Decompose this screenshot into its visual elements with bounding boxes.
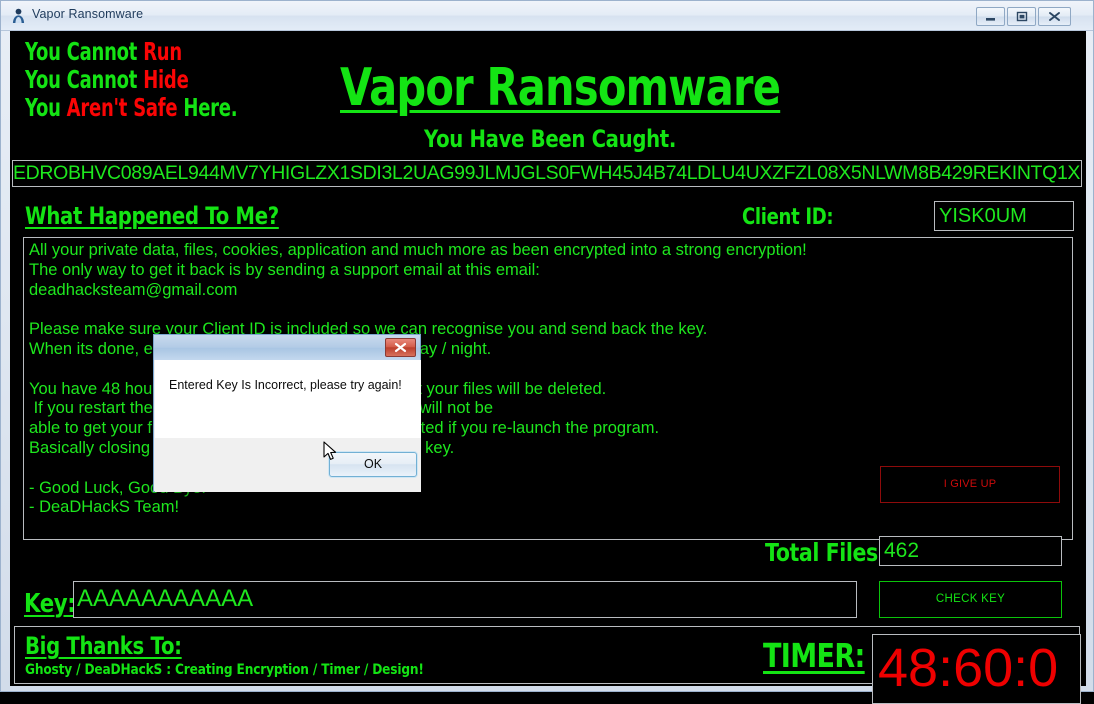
window-title: Vapor Ransomware bbox=[32, 7, 144, 21]
dialog-body: Entered Key Is Incorrect, please try aga… bbox=[155, 360, 421, 438]
slogan-line-2: You Cannot Hide bbox=[25, 67, 237, 93]
client-id-label: Client ID: bbox=[741, 205, 834, 230]
give-up-button[interactable]: I GIVE UP bbox=[880, 466, 1060, 503]
slogan-line-3: You Aren't Safe Here. bbox=[25, 93, 238, 122]
encryption-key-strip: EDROBHVC089AEL944MV7YHIGLZX1SDI3L2UAG99J… bbox=[12, 160, 1082, 187]
dialog-ok-button[interactable]: OK bbox=[329, 452, 417, 477]
maximize-button[interactable] bbox=[1007, 7, 1036, 26]
total-files-label: Total Files: bbox=[765, 538, 886, 567]
slogan-line-1: You Cannot Run bbox=[25, 39, 237, 65]
dialog-message: Entered Key Is Incorrect, please try aga… bbox=[169, 378, 402, 392]
page-title: Vapor Ransomware bbox=[340, 58, 781, 118]
client-id-value[interactable]: YISK0UM bbox=[934, 201, 1074, 231]
minimize-button[interactable] bbox=[976, 7, 1005, 26]
key-input-label: Key: bbox=[24, 589, 76, 619]
timer-label: TIMER: bbox=[763, 636, 865, 675]
credits-text: Ghosty / DeaDHackS : Creating Encryption… bbox=[25, 662, 424, 678]
slogan-block: You Cannot Run You Cannot Hide You Aren'… bbox=[25, 39, 290, 123]
slogan-2-red: Hide bbox=[143, 65, 189, 94]
dialog-close-icon[interactable] bbox=[385, 338, 416, 357]
dialog-footer: OK bbox=[155, 438, 421, 492]
dialog-titlebar[interactable] bbox=[154, 335, 420, 360]
close-button[interactable] bbox=[1038, 7, 1071, 26]
slogan-1-green: You Cannot bbox=[25, 37, 144, 66]
slogan-3-green-b: Here. bbox=[177, 93, 238, 122]
timer-value: 48:60:0 bbox=[872, 634, 1081, 704]
slogan-3-green-a: You bbox=[25, 93, 67, 122]
slogan-3-red: Aren't Safe bbox=[66, 93, 178, 122]
thanks-heading: Big Thanks To: bbox=[25, 632, 182, 660]
person-icon bbox=[10, 7, 27, 24]
section-heading: What Happened To Me? bbox=[25, 202, 279, 230]
window-titlebar[interactable]: Vapor Ransomware bbox=[1, 1, 1093, 31]
page-subtitle: You Have Been Caught. bbox=[424, 125, 676, 153]
check-key-button[interactable]: CHECK KEY bbox=[879, 581, 1062, 618]
slogan-1-red: Run bbox=[143, 37, 182, 66]
error-dialog: Entered Key Is Incorrect, please try aga… bbox=[153, 334, 421, 492]
total-files-value: 462 bbox=[879, 536, 1062, 566]
key-input[interactable]: AAAAAAAAAAA bbox=[73, 581, 857, 618]
app-window: Vapor Ransomware You Cannot Run You Cann… bbox=[0, 0, 1094, 704]
slogan-2-green: You Cannot bbox=[25, 65, 144, 94]
